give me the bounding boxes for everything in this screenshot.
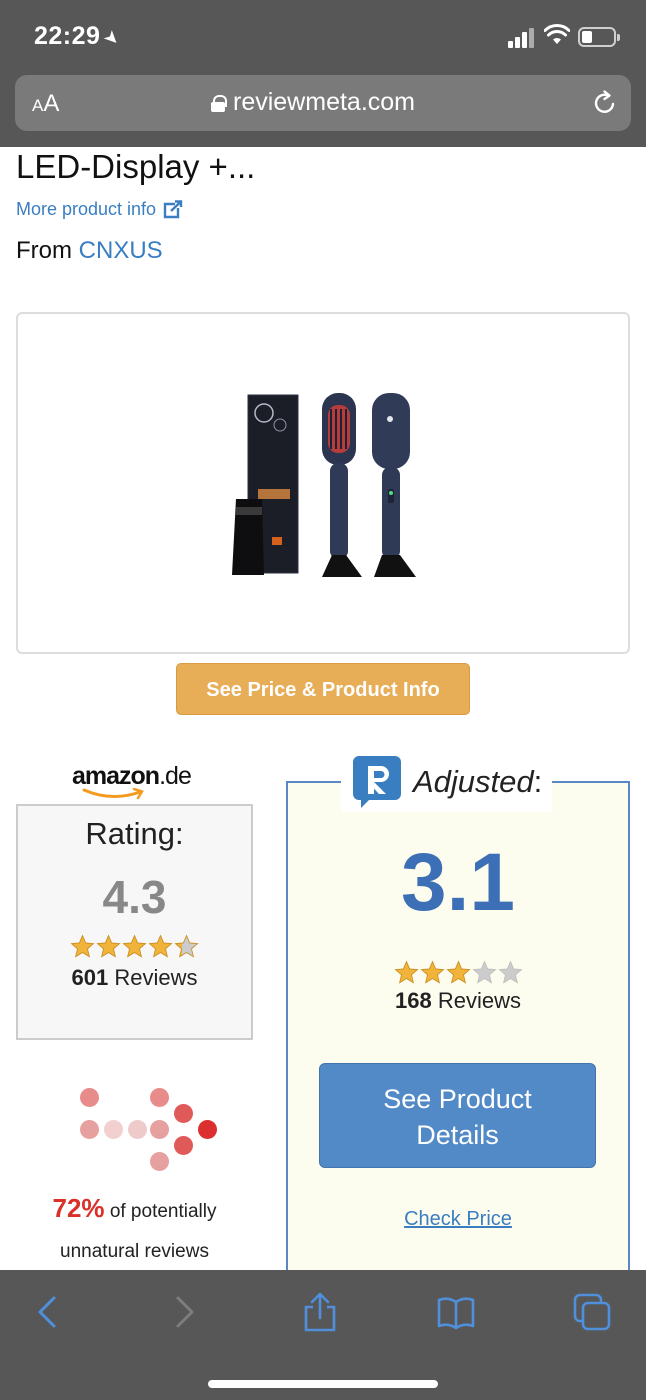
- adjusted-heading: Adjusted:: [341, 752, 553, 812]
- amazon-star-icon: [70, 934, 95, 958]
- brand-line: From CNXUS: [16, 237, 163, 265]
- wifi-icon: [544, 24, 570, 44]
- more-product-info-text[interactable]: More product info: [16, 199, 156, 220]
- top-chrome: 22:29➤ AA reviewmeta.com: [0, 0, 646, 147]
- unnatural-reviews-dots-icon: [74, 1086, 224, 1176]
- product-title: LED-Display +...: [16, 148, 256, 185]
- battery-icon: [578, 27, 620, 47]
- check-price-link[interactable]: Check Price: [286, 1208, 630, 1231]
- reviewmeta-logo-icon: [353, 756, 401, 808]
- adjusted-star-rating: [286, 950, 630, 985]
- amazon-star-rating: [18, 934, 251, 959]
- reload-icon[interactable]: [591, 89, 619, 117]
- reader-text-size-button[interactable]: AA: [32, 90, 59, 118]
- product-image: [232, 393, 416, 577]
- home-indicator[interactable]: [208, 1380, 438, 1388]
- amazon-rating-box: Rating: 4.3 601 Reviews: [16, 804, 253, 1040]
- forward-arrow-icon[interactable]: [164, 1292, 204, 1332]
- status-time: 22:29➤: [34, 22, 126, 51]
- url-text: reviewmeta.com: [233, 88, 415, 116]
- location-arrow-icon: ➤: [100, 25, 126, 51]
- lock-icon: [211, 94, 227, 112]
- amazon-smile-icon: [82, 788, 144, 800]
- url-field[interactable]: reviewmeta.com: [211, 88, 415, 117]
- adjusted-star-icon: [393, 960, 419, 984]
- adjusted-star-icon: [445, 960, 471, 984]
- amazon-rating-label: Rating:: [85, 816, 184, 851]
- cellular-signal-icon: [508, 26, 538, 48]
- product-image-box: [16, 312, 630, 654]
- tabs-icon[interactable]: [572, 1292, 612, 1332]
- more-product-info-link[interactable]: More product info: [16, 199, 183, 220]
- see-price-button[interactable]: See Price & Product Info: [176, 663, 470, 715]
- address-bar[interactable]: AA reviewmeta.com: [15, 75, 631, 131]
- amazon-logo: amazon.de: [72, 762, 192, 802]
- unnatural-reviews-text: 72% of potentially unnatural reviews: [52, 1193, 217, 1262]
- external-link-icon: [163, 199, 183, 218]
- bookmarks-icon[interactable]: [436, 1292, 476, 1332]
- amazon-review-count: 601 Reviews: [71, 965, 198, 990]
- adjusted-star-icon: [497, 960, 523, 984]
- from-label: From: [16, 237, 72, 264]
- brand-link[interactable]: CNXUS: [79, 237, 163, 264]
- adjusted-rating-value: 3.1: [401, 837, 515, 928]
- share-icon[interactable]: [300, 1292, 340, 1332]
- see-product-details-button[interactable]: See Product Details: [319, 1063, 596, 1168]
- adjusted-star-icon: [471, 960, 497, 984]
- back-arrow-icon[interactable]: [28, 1292, 68, 1332]
- amazon-star-icon: [174, 934, 199, 958]
- amazon-star-icon: [122, 934, 147, 958]
- amazon-star-icon: [148, 934, 173, 958]
- amazon-star-icon: [96, 934, 121, 958]
- adjusted-star-icon: [419, 960, 445, 984]
- amazon-rating-value: 4.3: [102, 871, 167, 923]
- adjusted-review-count: 168 Reviews: [395, 988, 521, 1013]
